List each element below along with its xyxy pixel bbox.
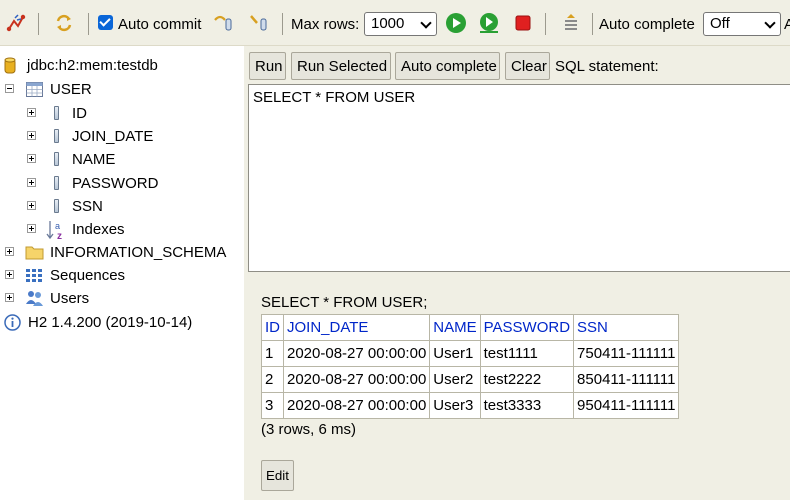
column-header-name[interactable]: NAME (429, 314, 481, 341)
sql-statement-label: SQL statement: (555, 58, 659, 75)
clear-button[interactable]: Clear (505, 52, 550, 80)
max-rows-select[interactable]: 1000 (364, 12, 437, 36)
column-header-password[interactable]: PASSWORD (479, 314, 575, 341)
table-label: USER (50, 81, 92, 98)
info-icon (4, 314, 21, 331)
toolbar-separator (545, 13, 546, 35)
result-table: ID JOIN_DATE NAME PASSWORD SSN 1 2020-08… (261, 314, 680, 419)
table-row: 3 2020-08-27 00:00:00 User3 test3333 950… (261, 392, 680, 419)
sql-editor[interactable]: SELECT * FROM USER (248, 84, 790, 272)
expand-icon[interactable] (5, 270, 14, 279)
run-button[interactable]: Run (249, 52, 286, 80)
database-icon (4, 57, 16, 74)
table-cell: 3 (261, 392, 284, 419)
commit-icon[interactable] (248, 12, 270, 34)
column-label: ID (72, 105, 87, 122)
sql-editor-text: SELECT * FROM USER (253, 89, 416, 106)
users-label: Users (50, 290, 90, 307)
edit-button[interactable]: Edit (261, 460, 294, 491)
column-icon (54, 152, 59, 166)
auto-complete-button[interactable]: Auto complete (395, 52, 500, 80)
max-rows-label: Max rows: (291, 16, 360, 33)
column-header-ssn[interactable]: SSN (573, 314, 680, 341)
table-icon (26, 82, 43, 97)
sequences-icon (26, 269, 42, 282)
column-icon (54, 176, 59, 190)
auto-commit-label: Auto commit (118, 16, 202, 33)
toolbar: Auto commit Max rows: 1000 Auto complete… (0, 0, 790, 46)
auto-complete-select[interactable]: Off (703, 12, 781, 36)
stop-icon[interactable] (512, 12, 534, 34)
toolbar-separator (592, 13, 593, 35)
table-row: 1 2020-08-27 00:00:00 User1 test1111 750… (261, 340, 680, 367)
query-pane: Run Run Selected Auto complete Clear SQL… (244, 46, 790, 500)
cut-off-label: A (784, 16, 790, 33)
auto-commit-checkbox[interactable] (98, 15, 113, 30)
column-header-join-date[interactable]: JOIN_DATE (282, 314, 431, 341)
expand-icon[interactable] (5, 247, 14, 256)
table-cell: 950411-111111 (573, 392, 680, 419)
folder-icon (25, 246, 44, 260)
table-cell: 750411-111111 (573, 340, 680, 367)
toolbar-separator (282, 13, 283, 35)
column-label: PASSWORD (72, 175, 159, 192)
run-selected-button[interactable]: Run Selected (291, 52, 391, 80)
result-sql: SELECT * FROM USER; (261, 294, 428, 311)
auto-complete-label: Auto complete (599, 16, 695, 33)
column-label: SSN (72, 198, 103, 215)
table-cell: 2 (261, 366, 284, 393)
table-cell: User3 (429, 392, 481, 419)
history-icon[interactable] (560, 12, 582, 34)
table-cell: 850411-111111 (573, 366, 680, 393)
column-label: NAME (72, 151, 116, 168)
column-header-id[interactable]: ID (261, 314, 284, 341)
toolbar-separator (88, 13, 89, 35)
column-icon (54, 199, 59, 213)
table-cell: test3333 (479, 392, 575, 419)
result-summary: (3 rows, 6 ms) (261, 421, 357, 438)
version-label: H2 1.4.200 (2019-10-14) (28, 314, 193, 331)
sort-az-icon: a z (46, 221, 62, 241)
svg-text:a: a (55, 221, 60, 231)
table-cell: User2 (429, 366, 481, 393)
run-selected-icon[interactable] (478, 12, 500, 34)
column-icon (54, 129, 59, 143)
connection-label: jdbc:h2:mem:testdb (27, 57, 158, 74)
toolbar-separator (38, 13, 39, 35)
table-cell: 2020-08-27 00:00:00 (282, 366, 431, 393)
table-cell: User1 (429, 340, 481, 367)
expand-icon[interactable] (27, 131, 36, 140)
chevron-down-icon (764, 17, 776, 29)
table-row: 2 2020-08-27 00:00:00 User2 test2222 850… (261, 366, 680, 393)
expand-icon[interactable] (27, 108, 36, 117)
rollback-icon[interactable] (212, 12, 234, 34)
expand-icon[interactable] (27, 178, 36, 187)
run-icon[interactable] (445, 12, 467, 34)
expand-icon[interactable] (5, 293, 14, 302)
schema-label: INFORMATION_SCHEMA (50, 244, 227, 261)
sequences-label: Sequences (50, 267, 126, 284)
collapse-icon[interactable] (5, 84, 14, 93)
indexes-label: Indexes (72, 221, 125, 238)
chevron-down-icon (420, 17, 432, 29)
expand-icon[interactable] (27, 154, 36, 163)
table-cell: 2020-08-27 00:00:00 (282, 392, 431, 419)
table-cell: 2020-08-27 00:00:00 (282, 340, 431, 367)
column-label: JOIN_DATE (72, 128, 154, 145)
table-cell: test2222 (479, 366, 575, 393)
expand-icon[interactable] (27, 224, 36, 233)
header-row: ID JOIN_DATE NAME PASSWORD SSN (261, 314, 680, 341)
table-cell: test1111 (479, 340, 575, 367)
object-tree: jdbc:h2:mem:testdb USER ID JOIN_DATE NAM… (0, 46, 244, 500)
expand-icon[interactable] (27, 201, 36, 210)
column-icon (54, 106, 59, 120)
auto-complete-value: Off (710, 15, 730, 32)
table-cell: 1 (261, 340, 284, 367)
svg-text:z: z (57, 231, 62, 241)
refresh-icon[interactable] (53, 12, 75, 34)
users-icon (26, 291, 43, 306)
max-rows-value: 1000 (371, 15, 405, 32)
disconnect-icon[interactable] (5, 12, 27, 34)
